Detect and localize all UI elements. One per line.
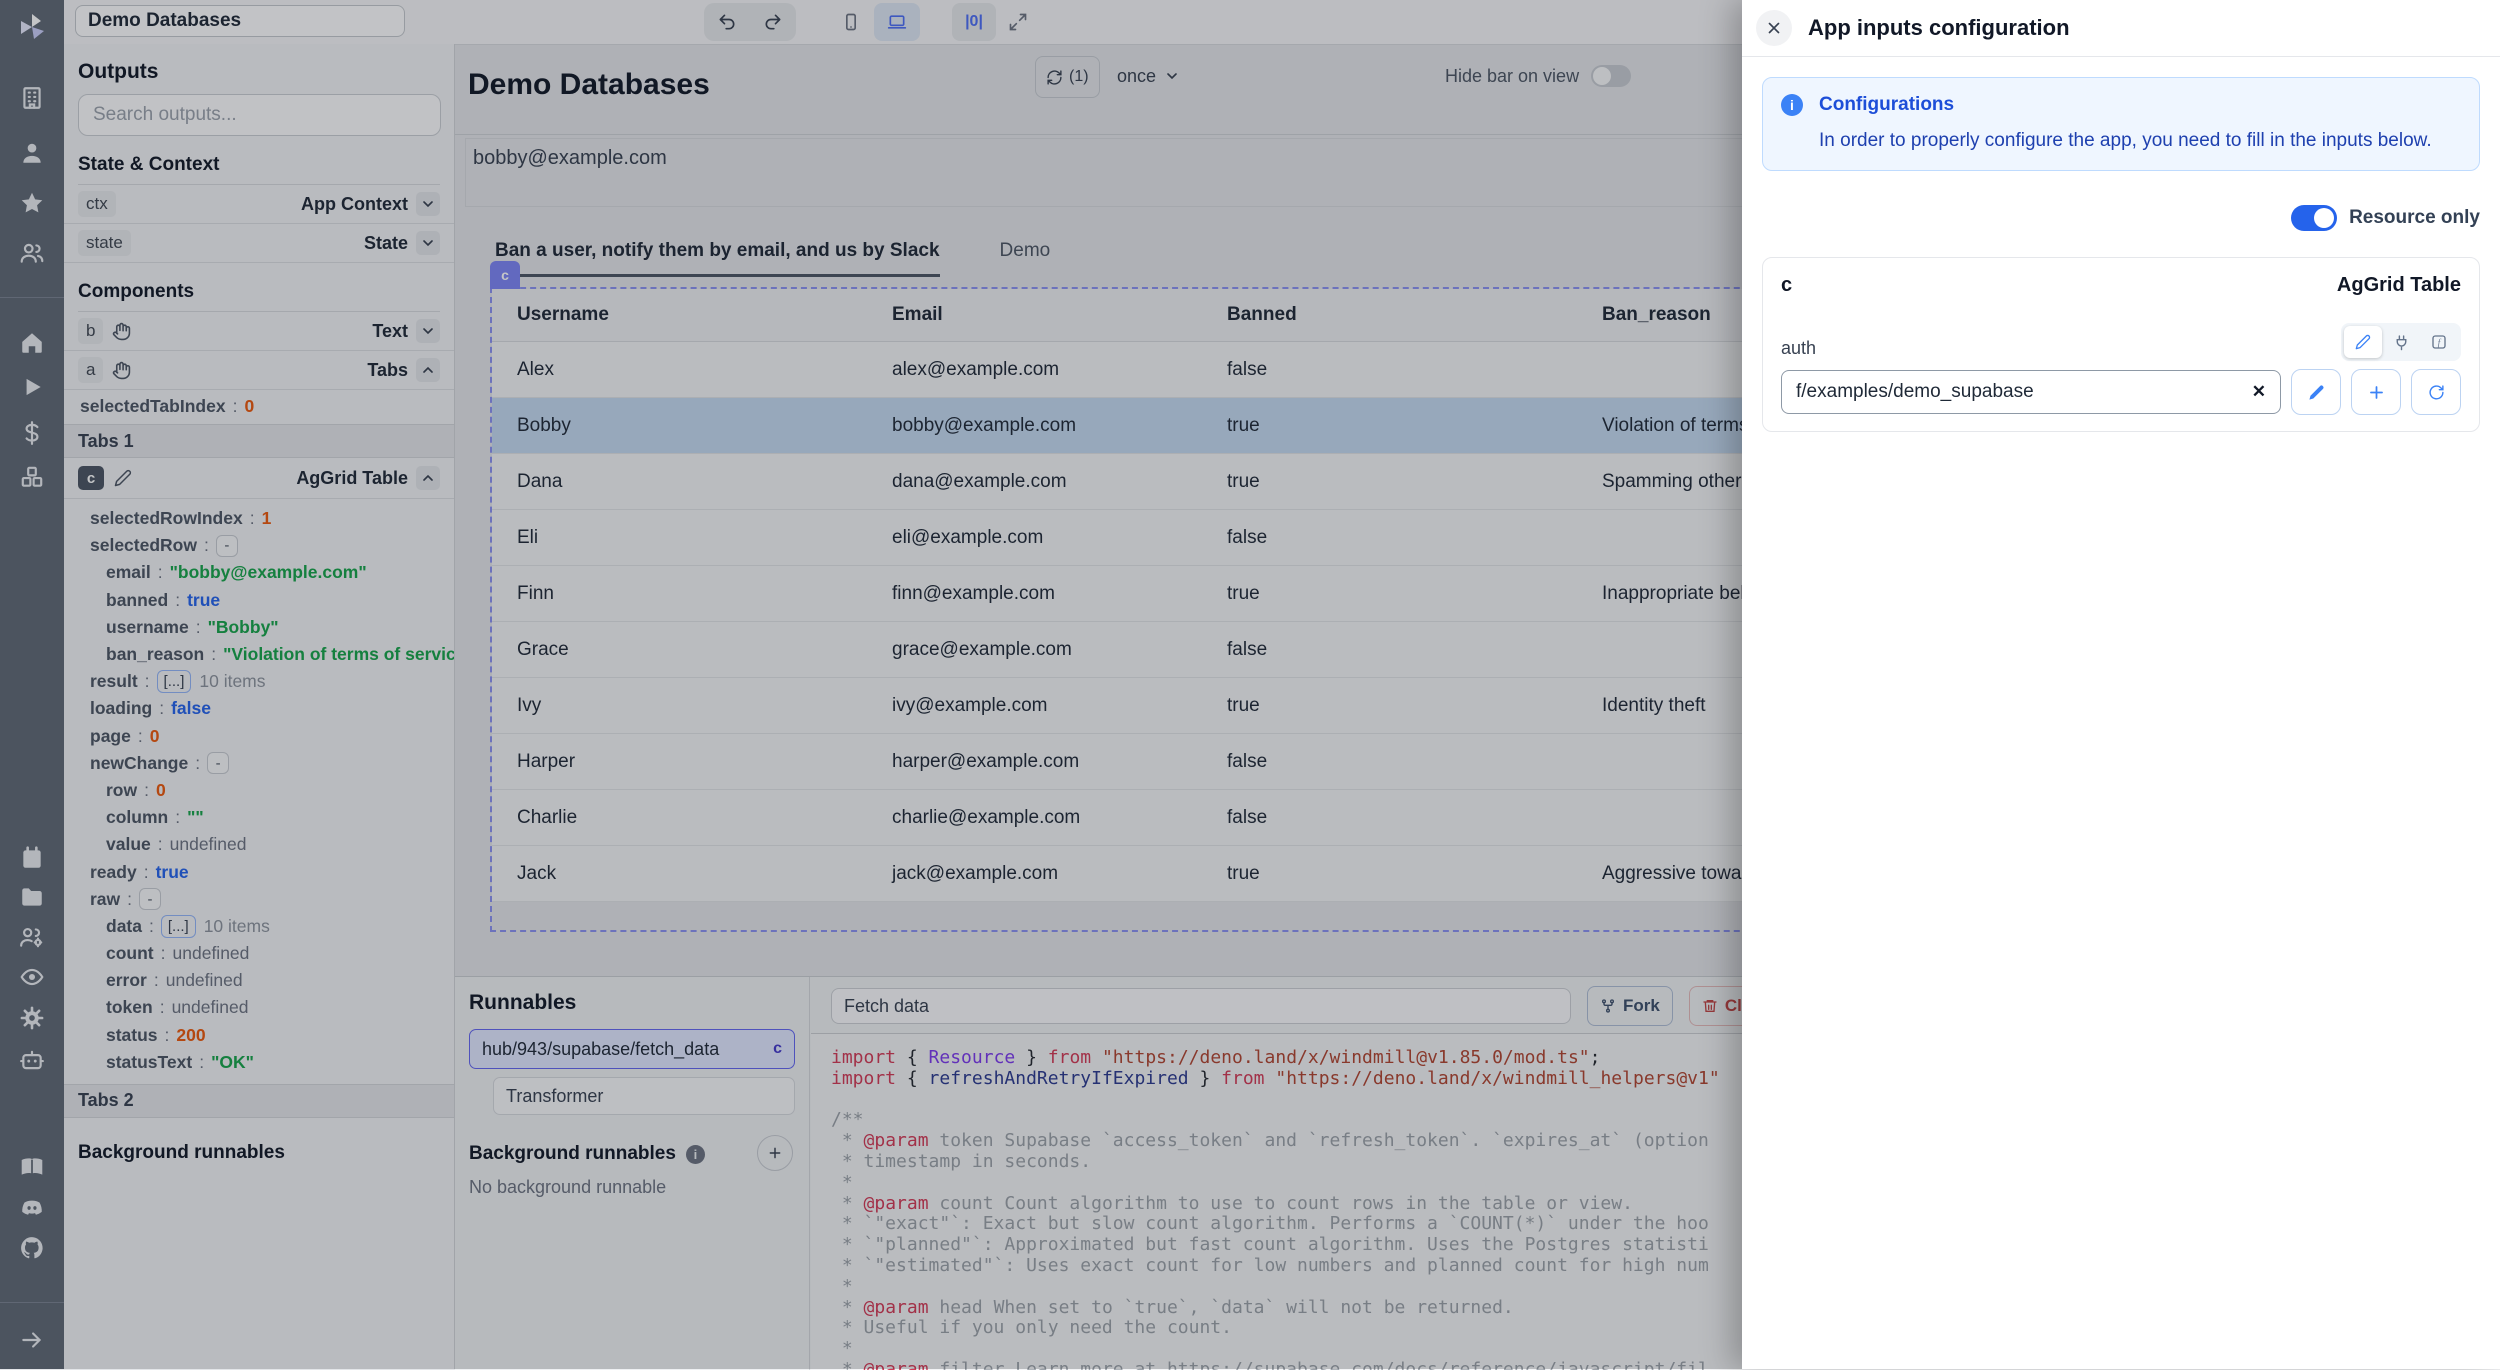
resource-value: f/examples/demo_supabase <box>1796 381 2252 403</box>
eval-mode-function-icon[interactable] <box>2420 326 2458 358</box>
close-icon[interactable] <box>1756 10 1792 46</box>
resource-input[interactable]: f/examples/demo_supabase ✕ <box>1781 370 2281 414</box>
info-body: In order to properly configure the app, … <box>1819 130 2461 152</box>
resource-only-label: Resource only <box>2349 207 2480 229</box>
connect-mode-plug-icon[interactable] <box>2382 326 2420 358</box>
refresh-resource-button[interactable] <box>2411 369 2461 415</box>
static-mode-pencil-icon[interactable] <box>2344 326 2382 358</box>
add-resource-button[interactable] <box>2351 369 2401 415</box>
configurations-info-box: i Configurations In order to properly co… <box>1762 77 2480 171</box>
app-inputs-drawer: App inputs configuration i Configuration… <box>1742 0 2500 1369</box>
component-id: c <box>1781 274 1792 297</box>
clear-input-icon[interactable]: ✕ <box>2252 382 2266 402</box>
resource-only-toggle[interactable] <box>2291 205 2337 231</box>
resource-only-row: Resource only <box>1762 205 2480 231</box>
component-type: AgGrid Table <box>2337 274 2461 297</box>
drawer-title: App inputs configuration <box>1808 15 2070 41</box>
component-input-card: c AgGrid Table auth f/examples/demo_supa… <box>1762 257 2480 432</box>
info-icon: i <box>1781 94 1803 116</box>
modal-dim-overlay <box>0 0 1742 1369</box>
input-mode-segmented-control <box>2341 323 2461 361</box>
edit-resource-button[interactable] <box>2291 369 2341 415</box>
info-title: Configurations <box>1819 94 1954 116</box>
drawer-header: App inputs configuration <box>1742 0 2500 57</box>
field-label: auth <box>1781 338 1816 361</box>
